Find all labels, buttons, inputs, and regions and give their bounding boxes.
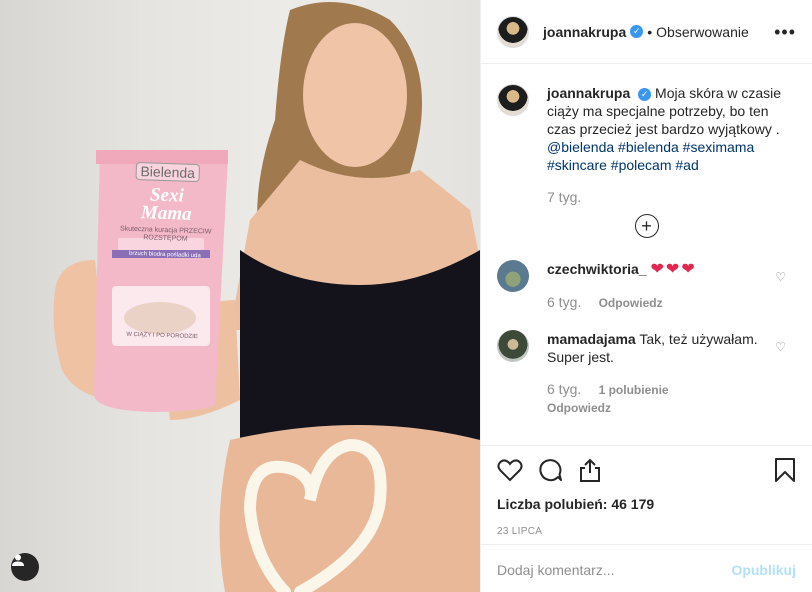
caption-tags[interactable]: @bielenda #bielenda #seximama #skincare … [547,139,754,173]
comment-body: czechwiktoria_ ❤❤❤ 6 tyg. Odpowiedz [547,260,767,312]
bookmark-icon[interactable] [774,457,796,486]
caption-time[interactable]: 7 tyg. [547,188,791,206]
post-footer: Liczba polubień: 46 179 23 LIPCA Opublik… [481,445,812,578]
action-bar [481,446,812,496]
post-date[interactable]: 23 LIPCA [481,512,812,537]
heart-icon[interactable] [497,458,523,485]
publish-button[interactable]: Opublikuj [731,562,796,578]
commenter-avatar[interactable] [497,330,529,362]
plus-circle-icon[interactable]: + [634,214,659,238]
product-label: Bielenda Sexi Mama Skuteczna kuracja PRZ… [115,161,215,340]
add-comment-bar: Opublikuj [481,544,812,592]
follow-status-button[interactable]: Obserwowanie [656,24,749,40]
comment-username[interactable]: mamadajama [547,331,636,347]
comments-list: joannakrupa ✓ Moja skóra w czasie ciąży … [481,64,812,417]
comment-username[interactable]: czechwiktoria_ [547,261,647,277]
product-line2: Mama [140,202,193,225]
product-sub: brzuch biodra pośladki uda [128,250,201,260]
reply-button[interactable]: Odpowiedz [547,399,767,417]
comment-time[interactable]: 6 tyg. [547,381,581,397]
heart-icon[interactable]: ♡ [775,340,786,354]
photo-illustration [53,2,480,592]
more-options-icon[interactable]: ••• [774,22,796,43]
comment-meta: 6 tyg. 1 polubienie Odpowiedz [547,380,767,417]
verified-badge-icon: ✓ [638,87,652,101]
product-brand: Bielenda [135,161,201,183]
post-modal: Bielenda Sexi Mama Skuteczna kuracja PRZ… [0,0,812,592]
comment-input[interactable] [497,561,732,578]
commenter-avatar[interactable] [497,260,529,292]
comment-item: mamadajama Tak, też używałam. Super jest… [497,330,796,417]
comment-text: ❤❤❤ [650,261,697,278]
author-username[interactable]: joannakrupa [543,24,626,40]
reply-button[interactable]: Odpowiedz [599,296,663,310]
post-header: joannakrupa ✓ • Obserwowanie ••• [481,0,812,64]
post-photo[interactable]: Bielenda Sexi Mama Skuteczna kuracja PRZ… [0,0,480,592]
heart-icon[interactable]: ♡ [775,270,786,284]
caption: joannakrupa ✓ Moja skóra w czasie ciąży … [497,84,796,206]
separator-dot: • [647,23,653,40]
verified-badge-icon: ✓ [630,25,644,38]
comment-icon[interactable] [537,457,563,486]
product-desc: Skuteczna kuracja PRZECIW ROZSTĘPOM [119,225,212,243]
user-tag-icon[interactable] [11,553,39,581]
likes-count[interactable]: Liczba polubień: 46 179 [481,496,812,512]
post-side-panel: joannakrupa ✓ • Obserwowanie ••• joannak… [480,0,812,592]
comment-body: mamadajama Tak, też używałam. Super jest… [547,330,767,417]
caption-avatar[interactable] [497,84,529,116]
comment-meta: 6 tyg. Odpowiedz [547,293,767,312]
comment-time[interactable]: 6 tyg. [547,294,581,310]
caption-body: joannakrupa ✓ Moja skóra w czasie ciąży … [547,84,791,206]
caption-username[interactable]: joannakrupa [547,85,630,101]
comment-item: czechwiktoria_ ❤❤❤ 6 tyg. Odpowiedz ♡ [497,260,796,312]
comment-likes[interactable]: 1 polubienie [599,383,669,397]
author-avatar[interactable] [497,15,529,48]
share-icon[interactable] [577,457,603,486]
